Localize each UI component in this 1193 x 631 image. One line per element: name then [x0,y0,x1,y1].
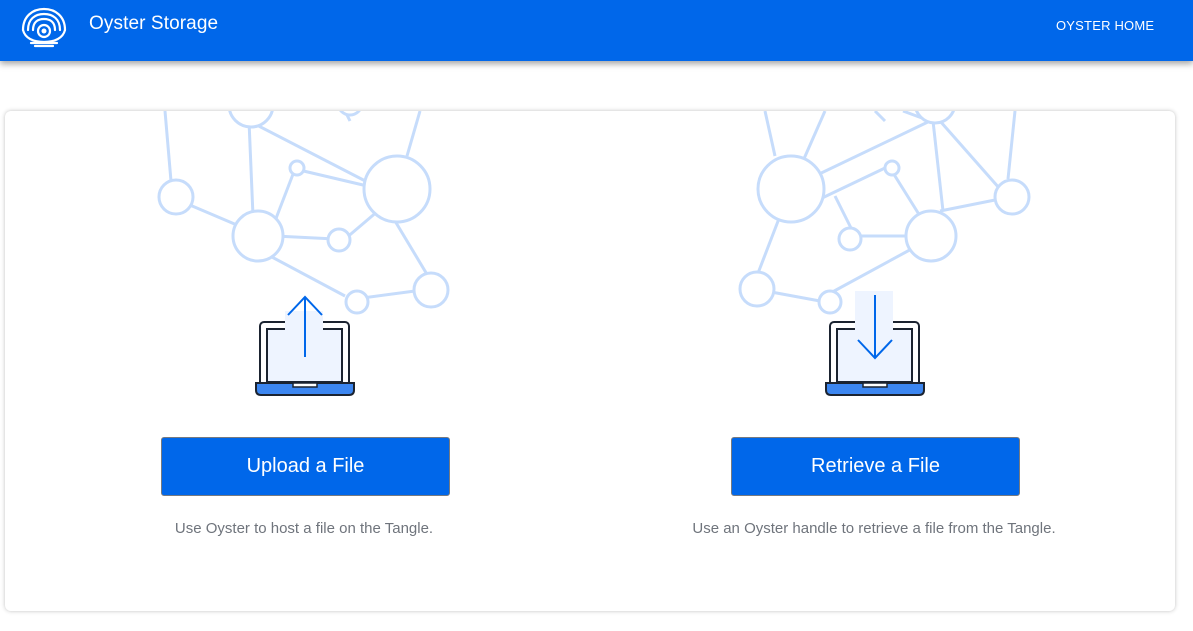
upload-file-button[interactable]: Upload a File [161,437,450,496]
upload-description: Use Oyster to host a file on the Tangle. [174,520,434,537]
retrieve-description: Use an Oyster handle to retrieve a file … [692,520,1056,537]
laptop-upload-icon [255,295,355,396]
oyster-home-link[interactable]: OYSTER HOME [1056,18,1154,33]
oyster-logo-icon[interactable] [19,6,69,48]
top-navbar: Oyster Storage OYSTER HOME [0,0,1193,61]
main-card: Upload a File Retrieve a File Use Oyster… [5,111,1175,611]
retrieve-file-button[interactable]: Retrieve a File [731,437,1020,496]
laptop-download-icon [825,291,925,396]
app-title: Oyster Storage [89,13,219,34]
